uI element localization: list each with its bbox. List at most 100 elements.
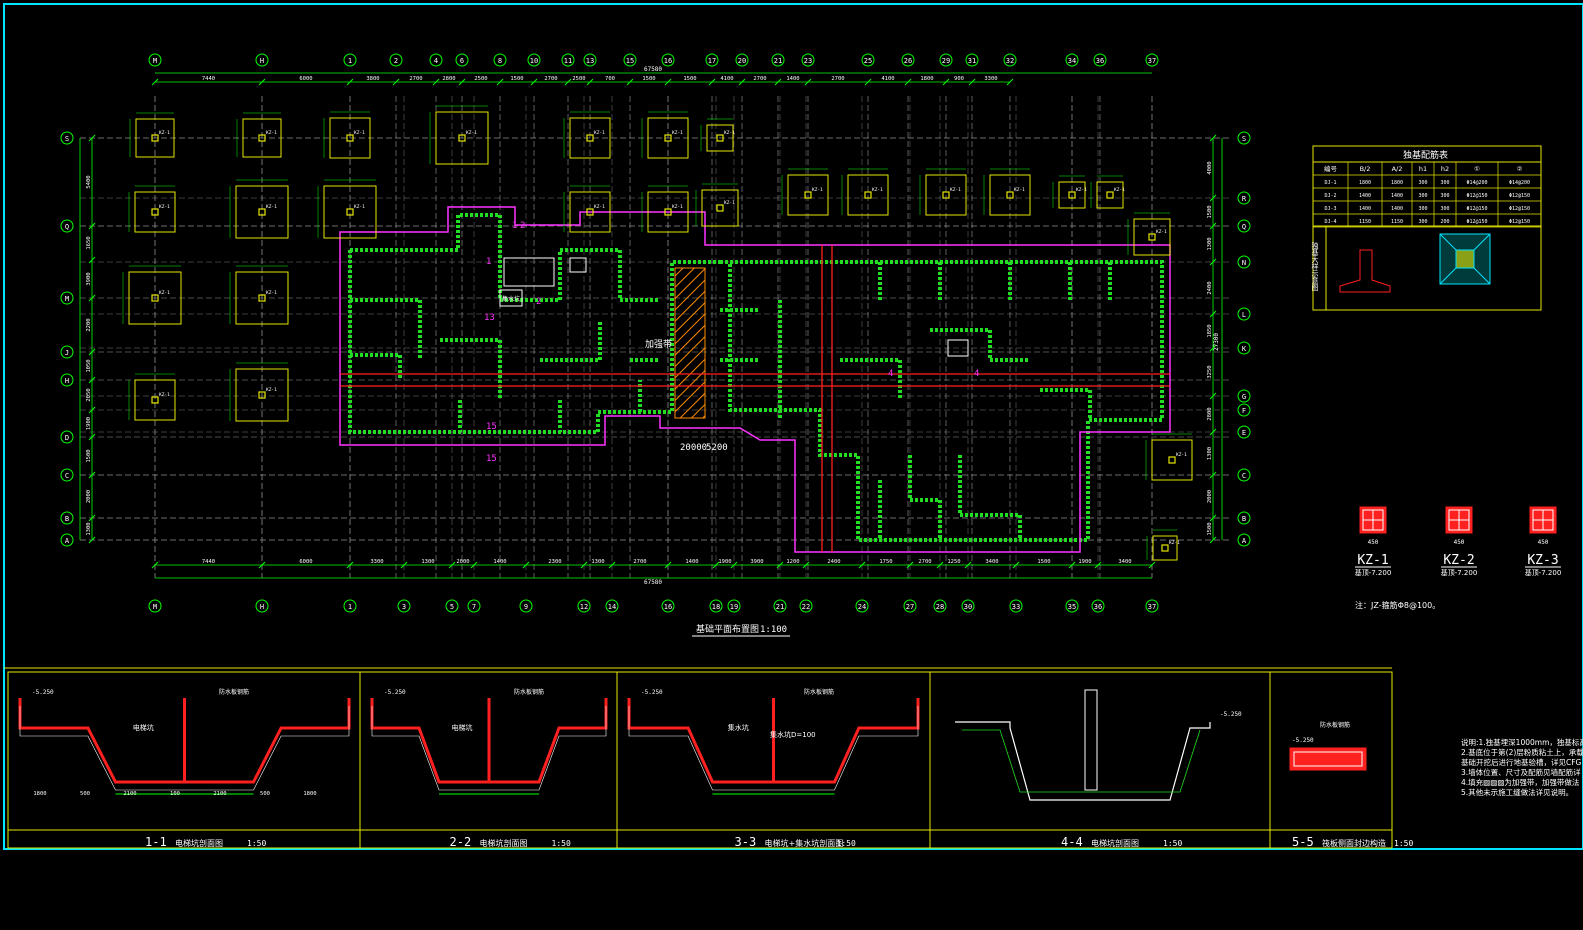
column-details: 450KZ-1基顶-7.200450KZ-2基顶-7.200450KZ-3基顶-… (1355, 506, 1562, 577)
axis-bubble-top-label: M (153, 57, 157, 65)
right-dim-label: 2800 (1207, 407, 1213, 420)
svg-text:15: 15 (486, 454, 497, 464)
table-cell: Φ12@150 (1509, 219, 1530, 225)
footing-column (1161, 544, 1169, 552)
svg-text:1: 1 (486, 257, 491, 267)
top-dim-label: 700 (605, 76, 615, 82)
svg-text:15: 15 (486, 422, 497, 432)
section-elev: -5.250 (32, 689, 54, 696)
axis-bubble-bottom-label: 27 (906, 603, 914, 611)
axis-bubble-bottom-label: 14 (608, 603, 616, 611)
axis-bubble-top-label: 31 (968, 57, 976, 65)
section-title-number: 4-4 (1061, 835, 1083, 849)
column-name: KZ-2 (1443, 553, 1474, 568)
section-title-scale: 1:50 (247, 839, 266, 848)
svg-text:独基大样示意图: 独基大样示意图 (1311, 241, 1319, 292)
top-dim-label: 900 (954, 76, 964, 82)
section-title-number: 1-1 (145, 835, 167, 849)
table-cell: 300 (1440, 193, 1449, 199)
elevator-pit-1 (503, 257, 555, 287)
table-header: A/2 (1392, 165, 1403, 173)
left-dim-label: 2000 (86, 490, 92, 503)
table-cell: DJ-1 (1324, 180, 1336, 186)
section-5-slab (1289, 747, 1367, 771)
axis-bubble-top-label: 16 (664, 57, 672, 65)
footing-pad (323, 185, 377, 239)
bottom-dim-label: 1250 (947, 559, 960, 565)
top-dim-label: 6000 (299, 76, 312, 82)
section-4-elev: -5.250 (1220, 711, 1242, 718)
footing-tag: KZ-1 (1156, 229, 1167, 235)
axis-bubble-top-label: 20 (738, 57, 746, 65)
svg-text:5200: 5200 (706, 443, 728, 453)
section-title-number: 3-3 (735, 835, 757, 849)
table-cell: 1400 (1391, 193, 1403, 199)
left-dim-label: 2200 (86, 318, 92, 331)
axis-bubble-right-label: A (1242, 537, 1247, 545)
note-line: 2.基底位于第(2)层粉质粘土上，承载 (1461, 747, 1583, 757)
table-cell: Φ12@150 (1466, 193, 1487, 199)
bottom-dim-label: 1200 (786, 559, 799, 565)
wall-interior-6 (638, 308, 1092, 420)
svg-text:2: 2 (536, 297, 541, 307)
table-cell: 1400 (1359, 206, 1371, 212)
axis-bubble-top-label: 2 (394, 57, 398, 65)
axis-grid (80, 96, 1230, 578)
foundation-walls (348, 213, 1164, 542)
table-header: h1 (1419, 165, 1427, 173)
axis-bubble-bottom-label: H (260, 603, 264, 611)
section-4-outline (955, 721, 1211, 801)
axis-bubble-right-label: E (1242, 429, 1246, 437)
bottom-dim-label: 3400 (985, 559, 998, 565)
section-5-elev: -5.250 (1292, 737, 1314, 744)
axis-bubble-right-label: F (1242, 407, 1246, 415)
section-bottom-dim: 1800 (303, 791, 316, 797)
table-cell: 300 (1418, 193, 1427, 199)
section-elev: -5.250 (384, 689, 406, 696)
footing-tag: KZ-1 (1114, 187, 1125, 193)
wall-outline-east (720, 260, 1164, 542)
axis-bubble-bottom-label: 35 (1068, 603, 1076, 611)
axis-bubble-bottom-label: M (153, 603, 157, 611)
axis-bubble-right-label: C (1242, 472, 1246, 480)
bottom-dim-label: 2700 (918, 559, 931, 565)
axis-bubble-right-label: L (1242, 311, 1246, 319)
top-dim-label: 2500 (572, 76, 585, 82)
left-dim-label: 1050 (86, 359, 92, 372)
axis-bubble-left-label: H (65, 377, 69, 385)
table-cell: 300 (1418, 180, 1427, 186)
section-rebar-label: 防水板钢筋 (514, 688, 544, 696)
footing-tag: KZ-1 (159, 290, 170, 296)
svg-text:独基配筋表: 独基配筋表 (1403, 149, 1448, 161)
footing-tag: KZ-1 (950, 187, 961, 193)
column-note: 注：JZ-箍筋Φ8@100。 (1355, 600, 1440, 610)
top-dim-label: 1800 (920, 76, 933, 82)
bottom-dim-label: 2000 (456, 559, 469, 565)
foundation-beams (340, 245, 1170, 552)
top-dim-label: 4100 (720, 76, 733, 82)
column-elev: 基顶-7.200 (1525, 568, 1562, 577)
axis-bubble-left-label: S (65, 135, 69, 143)
axis-bubble-bottom-label: 28 (936, 603, 944, 611)
section-bottom-dim: 500 (80, 791, 90, 797)
wall-core-1 (350, 213, 502, 300)
top-dim-label: 1400 (786, 76, 799, 82)
table-header: 编号 (1324, 164, 1338, 173)
axis-bubble-top-label: 23 (804, 57, 812, 65)
axis-bubble-bottom-label: 30 (964, 603, 972, 611)
section-pit-label: 电梯坑 (452, 723, 473, 732)
axis-bubble-top-label: 36 (1096, 57, 1104, 65)
bottom-total-label: 67580 (644, 579, 662, 586)
footing-pad (1151, 439, 1193, 481)
right-dim-label: 1500 (1207, 522, 1213, 535)
section-elev: -5.250 (641, 689, 663, 696)
left-dim-label: 1650 (86, 236, 92, 249)
axis-bubble-left-label: Q (65, 223, 69, 231)
section-4-wall (1084, 689, 1098, 791)
axis-bubble-bottom-label: 12 (580, 603, 588, 611)
bottom-dim-label: 1900 (718, 559, 731, 565)
top-dim-label: 7440 (202, 76, 215, 82)
table-cell: 1800 (1359, 180, 1371, 186)
column-elev: 基顶-7.200 (1355, 568, 1392, 577)
top-dim-label: 2800 (442, 76, 455, 82)
